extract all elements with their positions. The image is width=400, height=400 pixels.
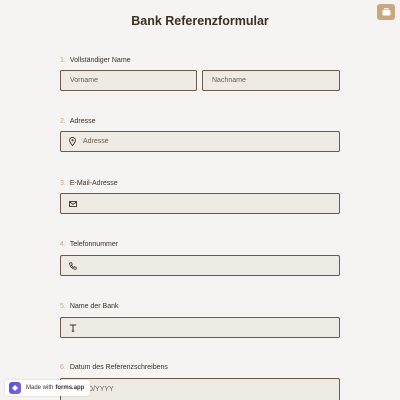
text-icon bbox=[68, 323, 77, 332]
date-input[interactable]: DD/YYYY bbox=[60, 378, 340, 400]
question-text: Datum des Referenzschreibens bbox=[69, 364, 168, 371]
question-text: Adresse bbox=[69, 118, 96, 125]
briefcase-button[interactable] bbox=[377, 4, 395, 20]
made-with-forms-app-badge[interactable]: Made with forms.app bbox=[5, 380, 91, 396]
question-label: 6. Datum des Referenzschreibens bbox=[60, 362, 168, 374]
badge-prefix: Made with bbox=[26, 385, 54, 391]
bank-name-input[interactable] bbox=[60, 317, 340, 338]
email-input[interactable] bbox=[60, 193, 340, 214]
question-number: 2. bbox=[60, 118, 66, 125]
briefcase-icon bbox=[382, 8, 390, 16]
question-text: Telefonnummer bbox=[69, 241, 119, 248]
first-name-input[interactable]: Vorname bbox=[60, 70, 197, 91]
location-pin-icon bbox=[68, 137, 77, 146]
last-name-placeholder: Nachname bbox=[212, 77, 246, 84]
question-text: Vollständiger Name bbox=[69, 57, 131, 64]
question-text: E-Mail-Adresse bbox=[69, 180, 118, 187]
question-label: 3. E-Mail-Adresse bbox=[60, 178, 118, 190]
question-address: 2. Adresse bbox=[60, 116, 96, 128]
form-title: Bank Referenzformular bbox=[131, 14, 269, 28]
last-name-input[interactable]: Nachname bbox=[202, 70, 340, 91]
question-number: 6. bbox=[60, 364, 66, 371]
question-label: 4. Telefonnummer bbox=[60, 239, 118, 251]
question-bank-name: 5. Name der Bank bbox=[60, 301, 118, 313]
question-label: 2. Adresse bbox=[60, 116, 96, 128]
phone-icon bbox=[68, 261, 77, 270]
forms-app-logo-icon bbox=[9, 382, 21, 394]
badge-brand: forms.app bbox=[55, 385, 85, 391]
address-input[interactable]: Adresse bbox=[60, 131, 340, 152]
question-phone: 4. Telefonnummer bbox=[60, 239, 118, 251]
mail-icon bbox=[68, 199, 77, 208]
question-email: 3. E-Mail-Adresse bbox=[60, 178, 118, 190]
question-text: Name der Bank bbox=[69, 303, 119, 310]
question-number: 4. bbox=[60, 241, 66, 248]
question-number: 3. bbox=[60, 180, 66, 187]
question-label: 1. Vollständiger Name bbox=[60, 55, 131, 67]
question-label: 5. Name der Bank bbox=[60, 301, 118, 313]
question-number: 5. bbox=[60, 303, 66, 310]
first-name-placeholder: Vorname bbox=[70, 77, 99, 84]
question-date: 6. Datum des Referenzschreibens bbox=[60, 362, 168, 374]
phone-input[interactable] bbox=[60, 255, 340, 276]
question-number: 1. bbox=[60, 57, 66, 64]
question-full-name: 1. Vollständiger Name bbox=[60, 55, 131, 67]
address-placeholder: Adresse bbox=[83, 138, 109, 145]
